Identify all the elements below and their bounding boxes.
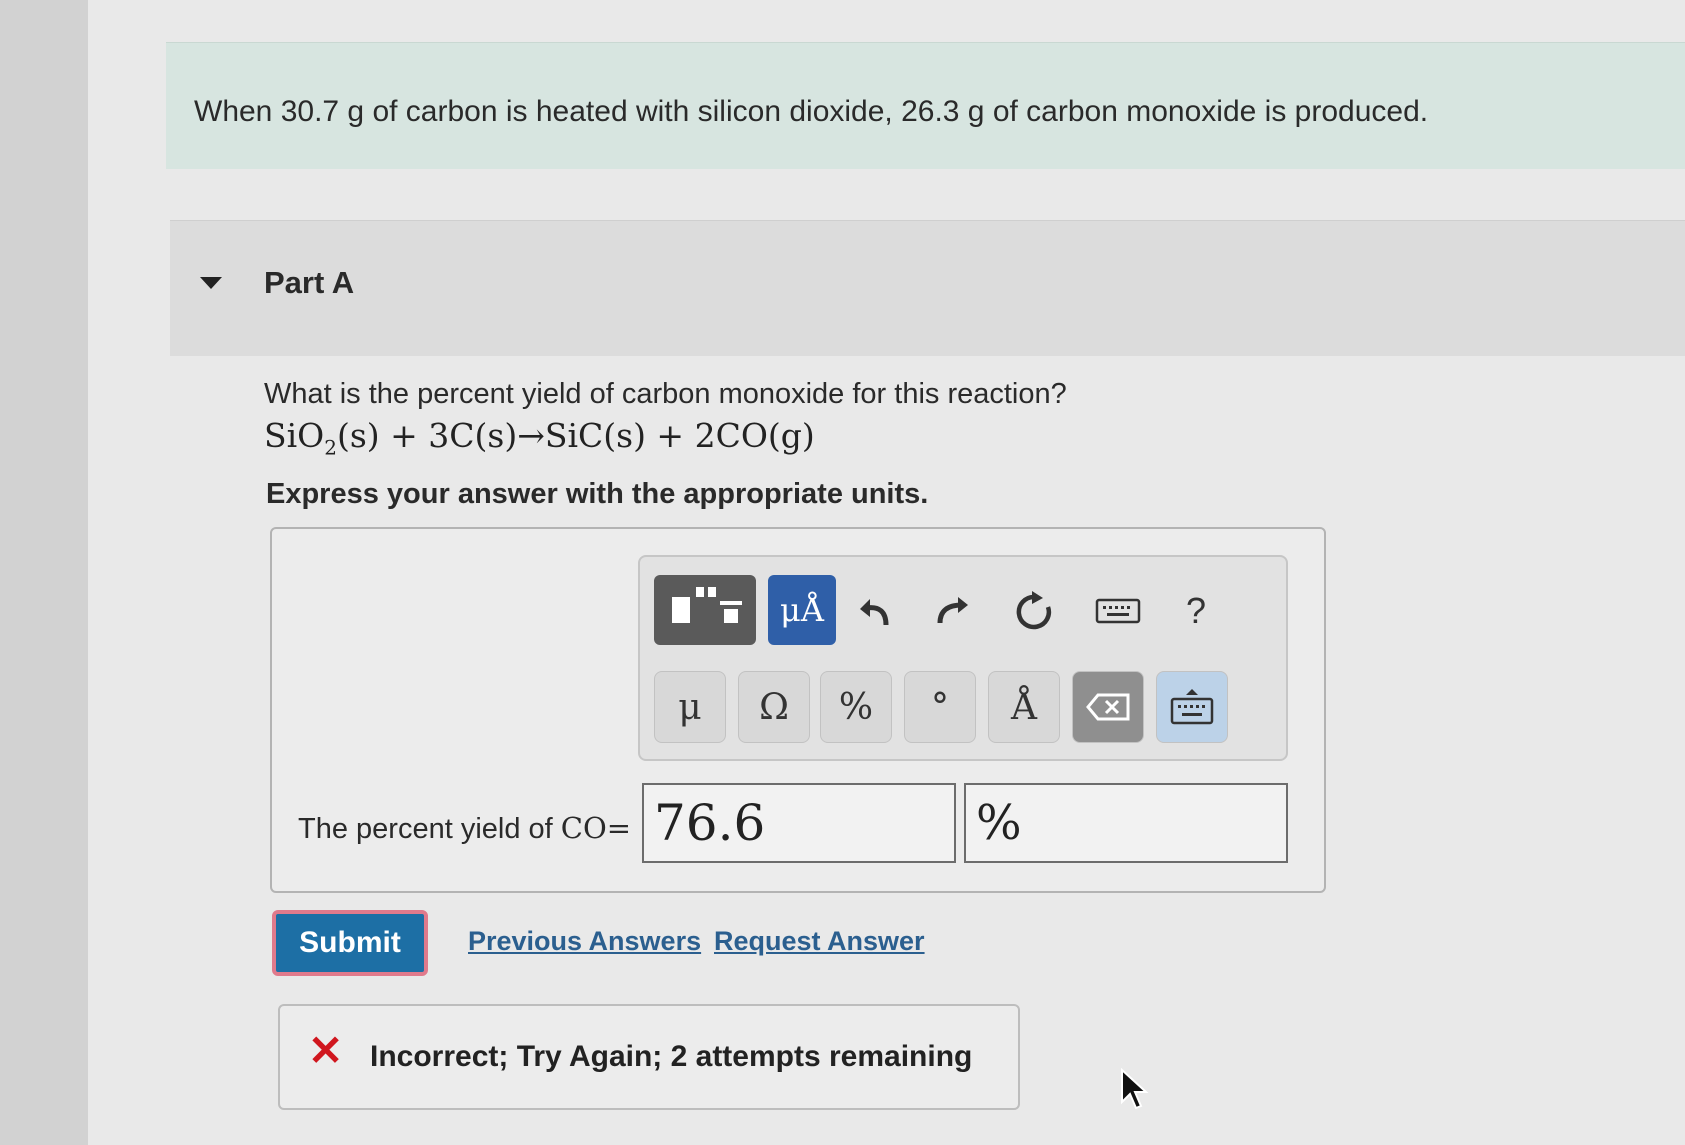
problem-statement: When 30.7 g of carbon is heated with sil… [166, 42, 1685, 169]
percent-key[interactable]: % [820, 671, 892, 743]
omega-key[interactable]: Ω [738, 671, 810, 743]
question-text: What is the percent yield of carbon mono… [264, 378, 1067, 410]
backspace-key[interactable] [1072, 671, 1144, 743]
answer-value-input[interactable]: 76.6 [642, 783, 956, 863]
chemical-equation: SiO2(s) + 3C(s)→SiC(s) + 2CO(g) [264, 416, 815, 460]
previous-answers-link[interactable]: Previous Answers [468, 926, 701, 957]
answer-label: The percent yield of CO= [298, 811, 631, 846]
answer-unit-input[interactable]: % [964, 783, 1288, 863]
answer-label-variable: CO= [560, 811, 632, 845]
keyboard-icon [1095, 598, 1141, 624]
request-answer-link[interactable]: Request Answer [714, 926, 925, 957]
cross-icon: ✕ [308, 1027, 344, 1074]
answer-label-text: The percent yield of [298, 813, 561, 845]
reset-icon [1016, 591, 1052, 630]
degree-key[interactable]: ° [904, 671, 976, 743]
undo-icon [860, 599, 889, 626]
templates-button[interactable] [654, 575, 756, 645]
collapse-caret-icon[interactable] [200, 277, 222, 289]
mu-key[interactable]: μ [654, 671, 726, 743]
part-a-header[interactable]: Part A [170, 220, 1685, 356]
feedback-message: ✕ Incorrect; Try Again; 2 attempts remai… [278, 1004, 1020, 1110]
instructions: Express your answer with the appropriate… [266, 478, 929, 510]
help-button[interactable]: ? [1166, 581, 1226, 641]
keyboard-toggle-key[interactable] [1156, 671, 1228, 743]
reset-button[interactable] [1004, 581, 1064, 641]
redo-button[interactable] [922, 581, 982, 641]
keyboard-shortcuts-button[interactable] [1088, 581, 1148, 641]
mouse-cursor-icon [1120, 1067, 1150, 1117]
submit-button[interactable]: Submit [272, 910, 428, 976]
templates-icon [672, 587, 742, 623]
math-toolbar: μÅ ? μ Ω % ° Å [638, 555, 1288, 761]
undo-button[interactable] [846, 581, 906, 641]
units-button[interactable]: μÅ [768, 575, 836, 645]
equation-reactant: SiO [264, 416, 325, 455]
redo-icon [937, 597, 968, 624]
backspace-icon [1086, 693, 1130, 721]
equation-rest: (s) + 3C(s)→SiC(s) + 2CO(g) [336, 416, 815, 455]
problem-text: When 30.7 g of carbon is heated with sil… [194, 95, 1429, 128]
angstrom-key[interactable]: Å [988, 671, 1060, 743]
left-margin [0, 0, 89, 1145]
answer-box: μÅ ? μ Ω % ° Å The percent yield of CO= … [270, 527, 1326, 893]
part-title: Part A [264, 265, 355, 300]
keyboard-toggle-icon [1170, 689, 1214, 725]
equation-subscript: 2 [324, 435, 337, 460]
feedback-text: Incorrect; Try Again; 2 attempts remaini… [370, 1040, 973, 1073]
